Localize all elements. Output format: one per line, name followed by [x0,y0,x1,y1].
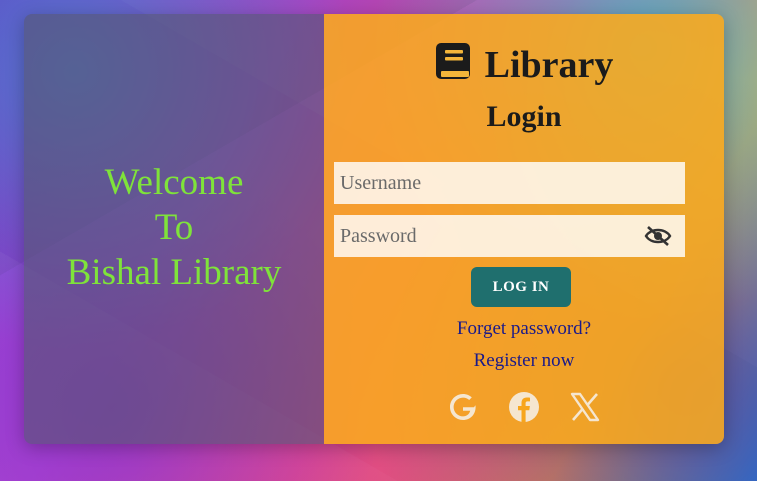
login-title: Login [486,100,562,133]
welcome-line-3: Bishal Library [66,251,282,293]
welcome-line-2: To [154,206,194,248]
eye-slash-icon[interactable] [642,224,674,248]
welcome-line-1: Welcome [104,161,244,203]
facebook-icon[interactable] [508,390,540,424]
x-icon[interactable] [569,390,601,424]
login-button[interactable]: LOG IN [471,267,571,307]
brand-title: Library [484,43,614,86]
register-link[interactable]: Register now [324,350,724,372]
welcome-panel: Welcome To Bishal Library [24,14,324,444]
forgot-password-link[interactable]: Forget password? [324,318,724,340]
social-login [324,390,724,424]
google-icon[interactable] [447,390,479,424]
brand: Library [324,42,724,87]
book-icon [435,42,471,87]
login-card: Welcome To Bishal Library Library Login [24,14,724,444]
welcome-text: Welcome To Bishal Library [67,160,282,295]
username-input[interactable] [334,162,685,204]
password-input[interactable] [334,215,685,257]
login-panel: Library Login LOG IN Forget password? Re… [324,14,724,444]
